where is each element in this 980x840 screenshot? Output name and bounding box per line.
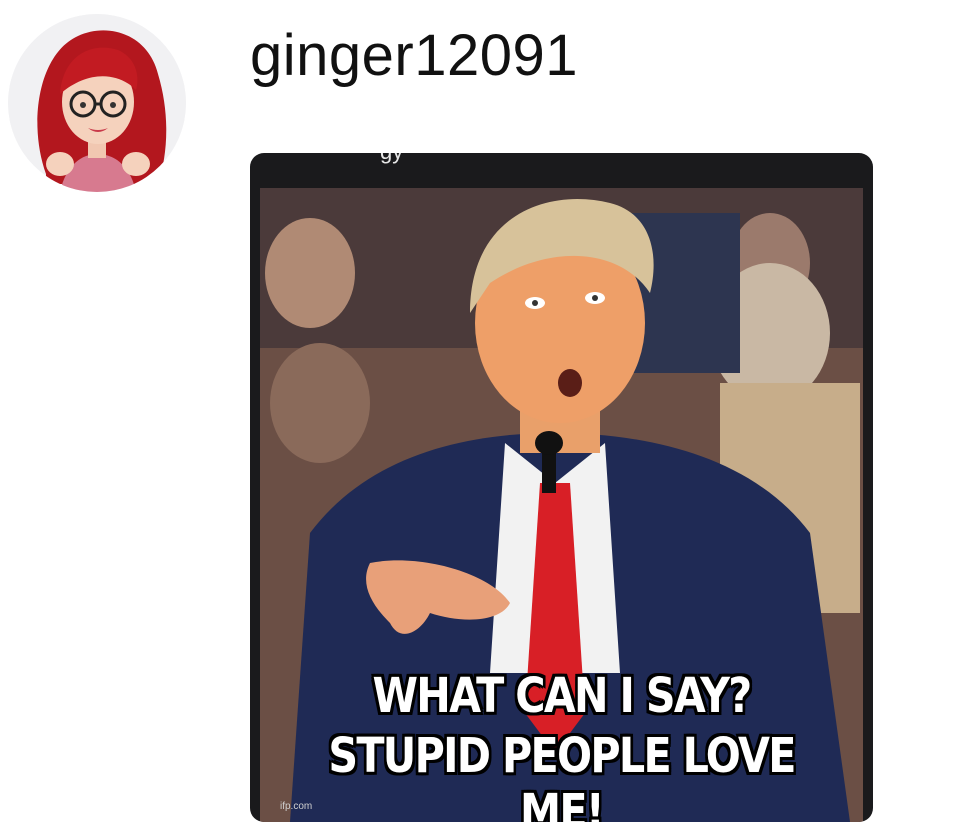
meme-image[interactable]: gy WHAT CAN I SAY? STUPID PEOPLE LOVE ME… [250, 153, 873, 822]
meme-caption-line2: STUPID PEOPLE LOVE ME! [328, 728, 796, 822]
post-username[interactable]: ginger12091 [250, 22, 578, 89]
bitmoji-avatar-icon [8, 14, 186, 192]
meme-caption-line1: WHAT CAN I SAY? [372, 668, 752, 724]
image-watermark: ifp.com [280, 801, 313, 812]
cropped-top-text: gy [380, 153, 403, 165]
user-avatar[interactable] [8, 14, 186, 192]
